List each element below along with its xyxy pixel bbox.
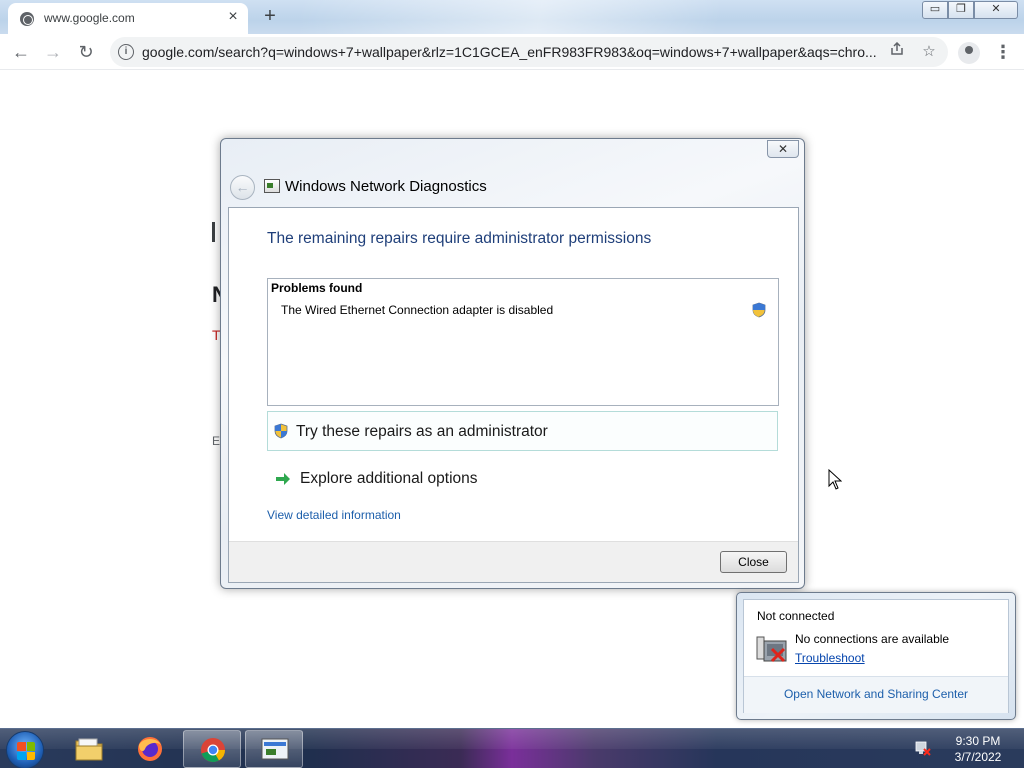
problems-list: Problems found The Wired Ethernet Connec… xyxy=(267,278,779,406)
troubleshoot-link[interactable]: Troubleshoot xyxy=(795,651,865,665)
mouse-cursor-icon xyxy=(828,468,843,491)
chrome-icon xyxy=(198,736,228,764)
reload-button[interactable]: ↻ xyxy=(74,40,98,64)
tab-title: www.google.com xyxy=(44,11,135,25)
folder-icon xyxy=(74,735,104,763)
taskbar-chrome-button[interactable] xyxy=(183,730,241,768)
site-info-icon[interactable]: i xyxy=(118,44,134,60)
forward-button[interactable]: → xyxy=(41,40,65,64)
green-arrow-icon xyxy=(275,472,291,486)
browser-tab[interactable]: www.google.com × xyxy=(8,3,248,34)
close-button[interactable]: Close xyxy=(720,551,787,573)
menu-kebab-icon[interactable]: ⋮ xyxy=(994,40,1012,64)
globe-icon xyxy=(20,12,34,26)
minimize-button[interactable]: ▭ xyxy=(922,1,948,19)
back-button[interactable]: ← xyxy=(9,40,33,64)
windows-logo-icon xyxy=(17,742,35,760)
browser-titlebar: www.google.com × + ▭ ❐ ✕ xyxy=(0,0,1024,34)
no-network-icon xyxy=(756,631,790,665)
network-diagnostics-icon xyxy=(260,736,290,764)
network-diagnostics-dialog: ✕ ← Windows Network Diagnostics The rema… xyxy=(220,138,805,589)
system-clock[interactable]: 9:30 PM 3/7/2022 xyxy=(944,733,1012,765)
new-tab-button[interactable]: + xyxy=(258,5,282,29)
network-tray-icon[interactable] xyxy=(915,740,931,756)
clock-date: 3/7/2022 xyxy=(954,750,1002,764)
firefox-icon xyxy=(135,735,165,763)
open-network-center-link[interactable]: Open Network and Sharing Center xyxy=(744,687,1008,701)
titlebar-glass xyxy=(300,0,900,34)
dialog-footer: Close xyxy=(229,541,798,582)
maximize-button[interactable]: ❐ xyxy=(948,1,974,19)
tab-close-button[interactable]: × xyxy=(224,8,242,26)
clock-time: 9:30 PM xyxy=(955,734,1001,748)
problem-item[interactable]: The Wired Ethernet Connection adapter is… xyxy=(281,303,553,317)
network-flyout: Not connected No connections are availab… xyxy=(736,592,1016,720)
try-admin-repairs-button[interactable]: Try these repairs as an administrator xyxy=(267,411,778,451)
network-diagnostics-icon xyxy=(264,179,280,193)
taskbar-explorer-button[interactable] xyxy=(60,730,118,768)
dialog-content: The remaining repairs require administra… xyxy=(228,207,799,583)
bookmark-star-icon[interactable]: ☆ xyxy=(919,42,939,62)
url-text[interactable]: google.com/search?q=windows+7+wallpaper&… xyxy=(142,44,877,60)
explore-options-label: Explore additional options xyxy=(300,470,478,487)
taskbar-firefox-button[interactable] xyxy=(121,730,179,768)
taskbar: 9:30 PM 3/7/2022 xyxy=(0,728,1024,768)
uac-shield-icon xyxy=(752,302,766,318)
start-button[interactable] xyxy=(6,731,44,768)
page-fragment-bar xyxy=(212,222,220,242)
no-connections-text: No connections are available xyxy=(795,632,950,646)
uac-shield-icon xyxy=(274,423,288,439)
taskbar-diagnostics-button[interactable] xyxy=(245,730,303,768)
dialog-close-button[interactable]: ✕ xyxy=(767,140,799,158)
window-controls: ▭ ❐ ✕ xyxy=(922,1,1018,19)
try-repairs-label: Try these repairs as an administrator xyxy=(296,423,548,440)
back-arrow-icon[interactable]: ← xyxy=(230,175,255,200)
dialog-heading: The remaining repairs require administra… xyxy=(267,230,652,247)
page-fragment-small: E xyxy=(212,434,221,448)
share-icon[interactable] xyxy=(887,41,907,62)
view-details-link[interactable]: View detailed information xyxy=(267,508,401,522)
network-flyout-panel: Not connected No connections are availab… xyxy=(743,599,1009,713)
profile-avatar-icon[interactable] xyxy=(958,42,980,64)
problems-header: Problems found xyxy=(271,281,363,295)
window-close-button[interactable]: ✕ xyxy=(974,1,1018,19)
browser-toolbar: ← → ↻ i google.com/search?q=windows+7+wa… xyxy=(0,34,1024,70)
connection-status: Not connected xyxy=(757,609,835,623)
dialog-title: Windows Network Diagnostics xyxy=(285,178,487,195)
flyout-footer: Open Network and Sharing Center xyxy=(744,676,1008,713)
address-bar[interactable]: i google.com/search?q=windows+7+wallpape… xyxy=(110,37,948,67)
